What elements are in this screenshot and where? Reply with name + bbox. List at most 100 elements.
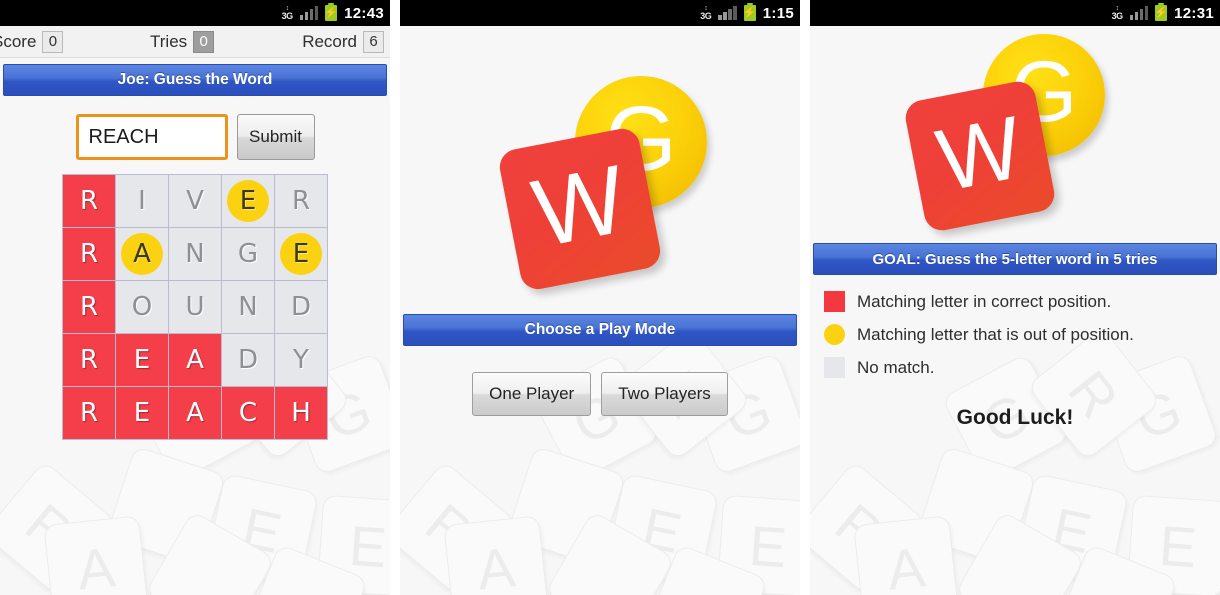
grid-cell: H [275,387,327,439]
watermark-tile [1053,543,1179,595]
tries-label: Tries [150,31,188,51]
signal-bars-icon [1129,6,1149,20]
grid-cell-letter: A [186,345,204,375]
legend-row-none: No match. [824,351,1220,384]
grid-cell-letter: D [237,345,259,375]
logo-square-w: W [496,125,664,293]
watermark-tile [505,445,627,567]
status-bar: ↕ 3G ⚡ 1:15 [400,0,800,26]
swatch-exact-match-icon [824,291,845,312]
grid-cell-letter: E [292,239,310,269]
network-3g-icon: ↕ 3G [1112,5,1124,22]
grid-cell-letter: C [238,398,258,428]
grid-cell-letter: U [185,292,205,322]
status-bar: ↕ 3G ⚡ 12:43 [0,0,390,26]
play-mode-buttons: One Player Two Players [400,372,800,416]
watermark-tile: E [605,473,719,587]
watermark-tile [915,445,1037,567]
screen-divider-2 [800,0,810,595]
grid-cell-letter: H [291,398,311,428]
watermark-tile [544,510,676,595]
grid-cell-letter: O [131,292,153,322]
watermark-tile: A [43,515,149,595]
network-label: 3G [700,10,712,21]
goal-banner: GOAL: Guess the 5-letter word in 5 tries [813,243,1217,275]
watermark-tile: A [853,515,959,595]
grid-cell-letter: R [79,239,99,269]
app-logo: G W [485,72,715,302]
watermark-tile [954,510,1086,595]
status-bar: ↕ 3G ⚡ 12:31 [810,0,1220,26]
two-players-button[interactable]: Two Players [601,372,728,416]
grid-cell-letter: A [186,398,204,428]
grid-cell: E [116,334,168,386]
grid-cell: A [169,334,221,386]
legend: Matching letter in correct position. Mat… [824,285,1220,384]
logo-square-w: W [902,78,1058,234]
network-3g-icon: ↕ 3G [700,5,712,22]
game-title-banner: Joe: Guess the Word [3,64,387,96]
screen-play-mode: ↕ 3G ⚡ 1:15 G W Choose a Play Mode One P… [400,0,800,595]
record-group: Record 6 [302,30,384,53]
grid-cell-letter: V [186,186,204,216]
grid-cell: D [275,281,327,333]
grid-cell-letter: R [79,292,99,322]
grid-cell-letter: R [291,186,311,216]
watermark-tile: E [316,494,390,595]
legend-row-partial: Matching letter that is out of position. [824,318,1220,351]
swatch-partial-match-icon [824,324,845,345]
guess-input[interactable]: REACH [75,114,228,160]
grid-cell: Y [275,334,327,386]
status-bar-clock: 12:43 [344,4,384,22]
grid-cell: G [222,228,274,280]
grid-cell-letter: E [239,186,257,216]
watermark-tile: E [1015,473,1129,587]
grid-cell-letter: N [185,239,205,269]
good-luck-text: Good Luck! [956,406,1074,429]
play-mode-banner: Choose a Play Mode [403,314,797,346]
signal-bars-icon [299,6,319,20]
grid-cell: A [169,387,221,439]
grid-cell-letter: Y [293,345,309,375]
grid-cell-letter: G [237,239,259,269]
swatch-no-match-icon [824,357,845,378]
logo-letter-w: W [524,145,635,268]
app-logo: G W [896,34,1121,249]
watermark-tile: R [400,460,518,595]
grid-cell-letter: R [79,345,99,375]
grid-cell-letter: E [133,345,151,375]
watermark-tile: A [443,515,549,595]
grid-cell: R [63,334,115,386]
screen-instructions: ↕ 3G ⚡ 12:31 G W GOAL: Guess the 5-lette… [810,0,1220,595]
watermark-tile [643,543,769,595]
grid-cell: E [275,228,327,280]
grid-cell: A [116,228,168,280]
grid-cell: R [63,281,115,333]
signal-bars-icon [718,6,737,20]
watermark-tile: E [1126,494,1220,595]
watermark-tile [105,445,227,567]
tries-group: Tries 0 [150,30,215,53]
grid-cell: E [116,387,168,439]
grid-cell: N [169,228,221,280]
grid-cell: E [222,175,274,227]
grid-cell-letter: D [290,292,312,322]
watermark-tile [243,543,369,595]
letter-grid: RIVERRANGEROUNDREADYREACH [62,174,328,440]
grid-cell-letter: I [138,186,146,216]
tries-value: 0 [193,30,215,53]
network-label: 3G [281,10,294,21]
status-bar-clock: 1:15 [762,4,794,22]
score-value: 0 [42,30,64,53]
grid-cell: R [63,387,115,439]
grid-cell-letter: R [79,398,99,428]
one-player-button[interactable]: One Player [472,372,592,416]
score-label: Score [0,31,37,51]
screenshot-root: ↕ 3G ⚡ 12:43 Score 0 Tries 0 Record 6 Jo… [0,0,1220,595]
grid-cell-letter: A [133,239,151,269]
grid-cell: V [169,175,221,227]
grid-cell-letter: R [79,186,99,216]
battery-charging-icon: ⚡ [324,3,338,21]
submit-button[interactable]: Submit [236,114,315,160]
grid-cell: O [116,281,168,333]
